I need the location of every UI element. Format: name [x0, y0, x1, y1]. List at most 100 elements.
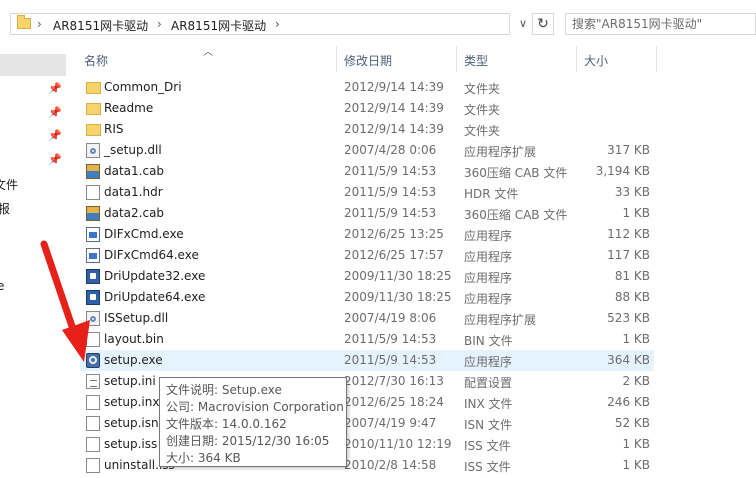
folder-icon	[86, 103, 101, 115]
driver-update-icon	[86, 290, 100, 305]
file-type: 文件夹	[464, 124, 501, 138]
file-name: data1.hdr	[104, 185, 163, 199]
file-name: data2.cab	[104, 206, 165, 220]
file-row[interactable]: _setup.dll 2007/4/28 0:06 应用程序扩展 317 KB	[80, 140, 654, 161]
file-date: 2012/9/14 14:39	[344, 80, 444, 94]
address-bar: › AR8151网卡驱动 › AR8151网卡驱动 › ∨ ↻	[0, 0, 756, 46]
nav-item-label[interactable]: 报	[0, 200, 10, 217]
file-row[interactable]: Common_Dri 2012/9/14 14:39 文件夹	[80, 77, 654, 98]
file-name: _setup.dll	[104, 143, 162, 157]
setup-icon	[86, 353, 100, 368]
driver-update-icon	[86, 269, 100, 284]
breadcrumb-item[interactable]: AR8151网卡驱动	[53, 17, 148, 34]
file-type: ISN 文件	[464, 418, 512, 432]
file-row[interactable]: ISSetup.dll 2007/4/19 8:06 应用程序扩展 523 KB	[80, 308, 654, 329]
file-row[interactable]: DriUpdate32.exe 2009/11/30 18:25 应用程序 81 KB	[80, 266, 654, 287]
sort-ascending-icon: ︿	[203, 47, 213, 58]
file-type: 应用程序	[464, 229, 513, 243]
file-type: HDR 文件	[464, 187, 519, 201]
search-input[interactable]	[572, 16, 742, 32]
file-row[interactable]: layout.bin 2011/5/9 14:53 BIN 文件 1 KB	[80, 329, 654, 350]
file-size: 3,194 KB	[595, 164, 650, 178]
nav-item-label[interactable]: 文件	[0, 176, 18, 193]
file-row[interactable]: data1.cab 2011/5/9 14:53 360压缩 CAB 文件 3,194…	[80, 161, 654, 182]
column-divider[interactable]	[336, 46, 337, 72]
breadcrumb-separator[interactable]: ›	[275, 17, 280, 31]
file-size: 112 KB	[607, 227, 650, 241]
file-date: 2010/11/10 12:19	[344, 437, 452, 451]
file-name: data1.cab	[104, 164, 165, 178]
file-date: 2011/5/9 14:53	[344, 164, 437, 178]
file-name: DriUpdate64.exe	[104, 290, 206, 304]
file-type: 应用程序扩展	[464, 313, 537, 327]
file-date: 2012/9/14 14:39	[344, 101, 444, 115]
file-name: setup.inx	[104, 395, 160, 409]
column-divider[interactable]	[656, 46, 657, 72]
file-size: 246 KB	[607, 395, 650, 409]
file-size: 1 KB	[622, 206, 650, 220]
file-row[interactable]: data1.hdr 2011/5/9 14:53 HDR 文件 33 KB	[80, 182, 654, 203]
search-box[interactable]	[565, 13, 756, 35]
file-date: 2012/6/25 13:25	[344, 227, 444, 241]
file-row[interactable]: DIFxCmd64.exe 2012/6/25 17:57 应用程序 117 KB	[80, 245, 654, 266]
file-date: 2009/11/30 18:25	[344, 290, 452, 304]
tooltip-description: 文件说明: Setup.exe	[166, 383, 282, 397]
nav-item-label[interactable]: e	[0, 279, 4, 293]
file-name: layout.bin	[104, 332, 164, 346]
tooltip-version: 文件版本: 14.0.0.162	[166, 417, 287, 431]
file-type: 应用程序	[464, 355, 513, 369]
breadcrumb-item[interactable]: AR8151网卡驱动	[171, 17, 266, 34]
file-row[interactable]: DIFxCmd.exe 2012/6/25 13:25 应用程序 112 KB	[80, 224, 654, 245]
file-type: ISS 文件	[464, 460, 511, 474]
column-divider[interactable]	[456, 46, 457, 72]
chevron-down-icon[interactable]: ∨	[514, 13, 532, 35]
file-type: 360压缩 CAB 文件	[464, 166, 568, 180]
file-icon	[86, 185, 100, 200]
file-date: 2012/9/14 14:39	[344, 122, 444, 136]
file-row[interactable]: Readme 2012/9/14 14:39 文件夹	[80, 98, 654, 119]
file-date: 2012/6/25 17:57	[344, 248, 444, 262]
nav-selected-item[interactable]	[0, 54, 66, 76]
exe-icon	[86, 227, 100, 242]
file-size: 2 KB	[622, 374, 650, 388]
file-date: 2007/4/28 0:06	[344, 143, 437, 157]
breadcrumb-separator[interactable]: ›	[37, 17, 42, 31]
file-name: DIFxCmd64.exe	[104, 248, 199, 262]
file-type: BIN 文件	[464, 334, 513, 348]
file-size: 88 KB	[614, 290, 650, 304]
refresh-icon[interactable]: ↻	[532, 13, 554, 35]
file-size: 317 KB	[607, 143, 650, 157]
file-row[interactable]: setup.exe 2011/5/9 14:53 应用程序 364 KB	[80, 350, 654, 371]
pin-icon[interactable]: 📌	[48, 106, 62, 119]
folder-icon	[86, 124, 101, 136]
file-date: 2011/5/9 14:53	[344, 353, 437, 367]
file-name: RIS	[104, 122, 124, 136]
pin-icon[interactable]: 📌	[48, 129, 62, 142]
file-type: 应用程序	[464, 271, 513, 285]
file-size: 1 KB	[622, 458, 650, 472]
file-row[interactable]: RIS 2012/9/14 14:39 文件夹	[80, 119, 654, 140]
column-header: ︿ 名称 修改日期 类型 大小	[66, 46, 756, 72]
breadcrumb-separator[interactable]: ›	[157, 17, 162, 31]
file-row[interactable]: data2.cab 2011/5/9 14:53 360压缩 CAB 文件 1 KB	[80, 203, 654, 224]
column-date[interactable]: 修改日期	[344, 52, 392, 69]
file-row[interactable]: DriUpdate64.exe 2009/11/30 18:25 应用程序 88 KB	[80, 287, 654, 308]
file-date: 2007/4/19 8:06	[344, 311, 437, 325]
column-name[interactable]: 名称	[84, 52, 108, 69]
column-divider[interactable]	[576, 46, 577, 72]
file-type: 应用程序	[464, 292, 513, 306]
column-size[interactable]: 大小	[584, 52, 608, 69]
pin-icon[interactable]: 📌	[48, 153, 62, 166]
file-info-tooltip: 文件说明: Setup.exe 公司: Macrovision Corporat…	[159, 377, 347, 467]
file-type: 360压缩 CAB 文件	[464, 208, 568, 222]
address-box[interactable]: › AR8151网卡驱动 › AR8151网卡驱动 ›	[10, 13, 510, 35]
file-icon	[86, 416, 100, 431]
column-type[interactable]: 类型	[464, 52, 488, 69]
tooltip-created: 创建日期: 2015/12/30 16:05	[166, 434, 330, 448]
dll-icon	[86, 311, 100, 326]
pin-icon[interactable]: 📌	[48, 82, 62, 95]
folder-icon	[17, 15, 31, 29]
file-date: 2011/5/9 14:53	[344, 206, 437, 220]
file-date: 2012/7/30 16:13	[344, 374, 444, 388]
folder-icon	[86, 82, 101, 94]
